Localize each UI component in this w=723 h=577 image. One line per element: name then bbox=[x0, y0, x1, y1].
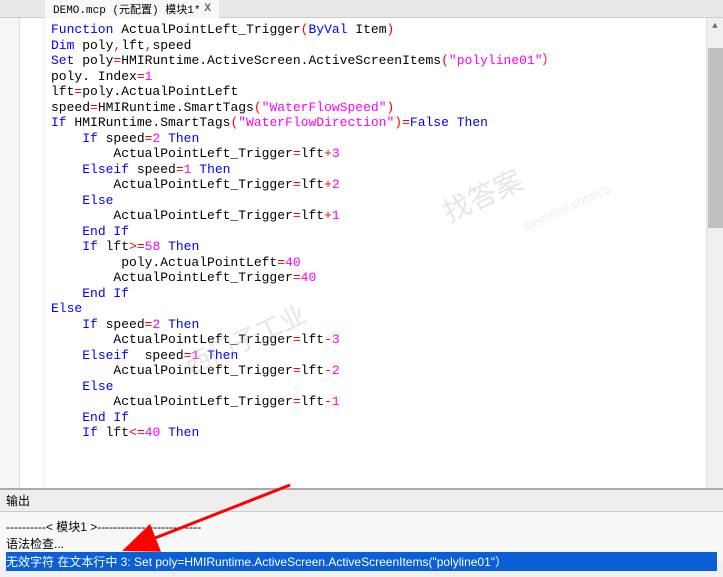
output-syntax-check: 语法检查... bbox=[6, 535, 717, 552]
code-line[interactable]: Function ActualPointLeft_Trigger(ByVal I… bbox=[51, 22, 717, 38]
code-line[interactable]: poly. Index=1 bbox=[51, 69, 717, 85]
code-line[interactable]: poly.ActualPointLeft=40 bbox=[51, 255, 717, 271]
output-error-line[interactable]: 无效字符 在文本行中 3: Set poly=HMIRuntime.Active… bbox=[6, 552, 717, 571]
code-line[interactable]: lft=poly.ActualPointLeft bbox=[51, 84, 717, 100]
code-line[interactable]: If speed=2 Then bbox=[51, 131, 717, 147]
code-line[interactable]: Else bbox=[51, 301, 717, 317]
output-panel: 输出 ----------< 模块1 >--------------------… bbox=[0, 488, 723, 561]
code-line[interactable]: speed=HMIRuntime.SmartTags("WaterFlowSpe… bbox=[51, 100, 717, 116]
tab-label: DEMO.mcp (元配置) 模块1* bbox=[53, 1, 200, 17]
code-line[interactable]: If lft<=40 Then bbox=[51, 425, 717, 441]
vertical-scrollbar[interactable]: ▲ bbox=[706, 18, 723, 488]
code-line[interactable]: ActualPointLeft_Trigger=lft+1 bbox=[51, 208, 717, 224]
editor-margin bbox=[20, 18, 45, 488]
code-line[interactable]: If speed=2 Then bbox=[51, 317, 717, 333]
editor-tab[interactable]: DEMO.mcp (元配置) 模块1* X bbox=[45, 0, 219, 18]
editor-gutter bbox=[0, 18, 20, 488]
code-line[interactable]: Dim poly,lft,speed bbox=[51, 38, 717, 54]
code-line[interactable]: Elseif speed=1 Then bbox=[51, 162, 717, 178]
code-line[interactable]: End If bbox=[51, 286, 717, 302]
editor-container: Function ActualPointLeft_Trigger(ByVal I… bbox=[0, 18, 723, 488]
output-divider: ----------< 模块1 >-----------------------… bbox=[6, 518, 717, 535]
tab-close-icon[interactable]: X bbox=[204, 3, 211, 15]
code-editor[interactable]: Function ActualPointLeft_Trigger(ByVal I… bbox=[45, 18, 723, 488]
code-line[interactable]: If HMIRuntime.SmartTags("WaterFlowDirect… bbox=[51, 115, 717, 131]
code-line[interactable]: End If bbox=[51, 410, 717, 426]
scroll-up-icon[interactable]: ▲ bbox=[707, 18, 723, 33]
code-line[interactable]: Else bbox=[51, 193, 717, 209]
scrollbar-thumb[interactable] bbox=[708, 48, 723, 228]
output-header: 输出 bbox=[0, 490, 723, 512]
code-line[interactable]: ActualPointLeft_Trigger=lft+3 bbox=[51, 146, 717, 162]
output-content[interactable]: ----------< 模块1 >-----------------------… bbox=[0, 512, 723, 577]
code-line[interactable]: ActualPointLeft_Trigger=lft-3 bbox=[51, 332, 717, 348]
code-line[interactable]: End If bbox=[51, 224, 717, 240]
code-line[interactable]: Set poly=HMIRuntime.ActiveScreen.ActiveS… bbox=[51, 53, 717, 69]
code-line[interactable]: Else bbox=[51, 379, 717, 395]
tab-bar: DEMO.mcp (元配置) 模块1* X bbox=[0, 0, 723, 18]
code-line[interactable]: ActualPointLeft_Trigger=lft+2 bbox=[51, 177, 717, 193]
code-line[interactable]: Elseif speed=1 Then bbox=[51, 348, 717, 364]
code-line[interactable]: ActualPointLeft_Trigger=40 bbox=[51, 270, 717, 286]
code-line[interactable]: ActualPointLeft_Trigger=lft-1 bbox=[51, 394, 717, 410]
code-line[interactable]: ActualPointLeft_Trigger=lft-2 bbox=[51, 363, 717, 379]
code-line[interactable]: If lft>=58 Then bbox=[51, 239, 717, 255]
